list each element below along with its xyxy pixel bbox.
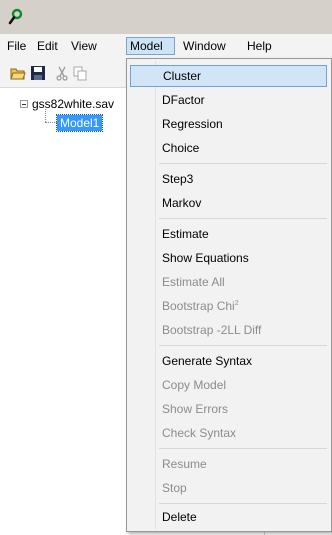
menu-separator [159,503,327,504]
menu-item-show-errors: Show Errors [162,402,229,416]
menu-separator [159,448,327,449]
menu-separator [159,163,327,164]
menu-item-dfactor[interactable]: DFactor [130,89,327,111]
menu-file[interactable]: File [4,37,29,55]
cut-icon[interactable] [54,65,70,81]
menu-item-bootstrap-chi2: Bootstrap Chi2 [130,295,327,317]
menu-item-bootstrap-2ll-diff: Bootstrap -2LL Diff [162,323,262,337]
menu-separator [159,218,327,219]
menu-item-label: Bootstrap Chi [162,299,235,313]
menu-bar: File Edit View Model Window Help [0,34,332,58]
menu-item-resume: Resume [162,457,207,471]
tree-connector [45,109,47,122]
menu-item-step3[interactable]: Step3 [130,168,327,190]
menu-item-check-syntax: Check Syntax [162,426,237,440]
menu-item-generate-syntax[interactable]: Generate Syntax [130,350,327,372]
menu-view[interactable]: View [68,37,100,55]
menu-item-estimate[interactable]: Estimate [130,223,327,245]
menu-item-stop: Stop [162,481,187,495]
menu-item-markov[interactable]: Markov [130,192,327,214]
tree-item-model1[interactable]: Model1 [55,114,104,132]
menu-item-delete[interactable]: Delete [130,506,327,528]
save-icon[interactable] [30,65,46,81]
menu-model[interactable]: Model [126,37,175,55]
menu-window[interactable]: Window [180,37,229,55]
magnifier-icon [8,8,23,25]
menu-item-regression[interactable]: Regression [130,113,327,135]
menu-separator [159,345,327,346]
copy-icon[interactable] [72,65,88,81]
open-folder-icon[interactable] [10,65,26,81]
menu-item-choice[interactable]: Choice [130,137,327,159]
superscript: 2 [234,300,239,307]
menu-edit[interactable]: Edit [34,37,61,55]
menu-item-show-equations[interactable]: Show Equations [130,247,327,269]
collapse-toggle-icon[interactable] [20,100,28,108]
model-menu-dropdown: Cluster DFactor Regression Choice Step3 … [126,58,332,532]
title-bar [0,0,332,34]
tree-connector [45,122,57,124]
menu-item-estimate-all: Estimate All [162,275,225,289]
menu-help[interactable]: Help [244,37,275,55]
menu-item-copy-model: Copy Model [162,378,227,392]
menu-item-cluster[interactable]: Cluster [130,65,327,87]
